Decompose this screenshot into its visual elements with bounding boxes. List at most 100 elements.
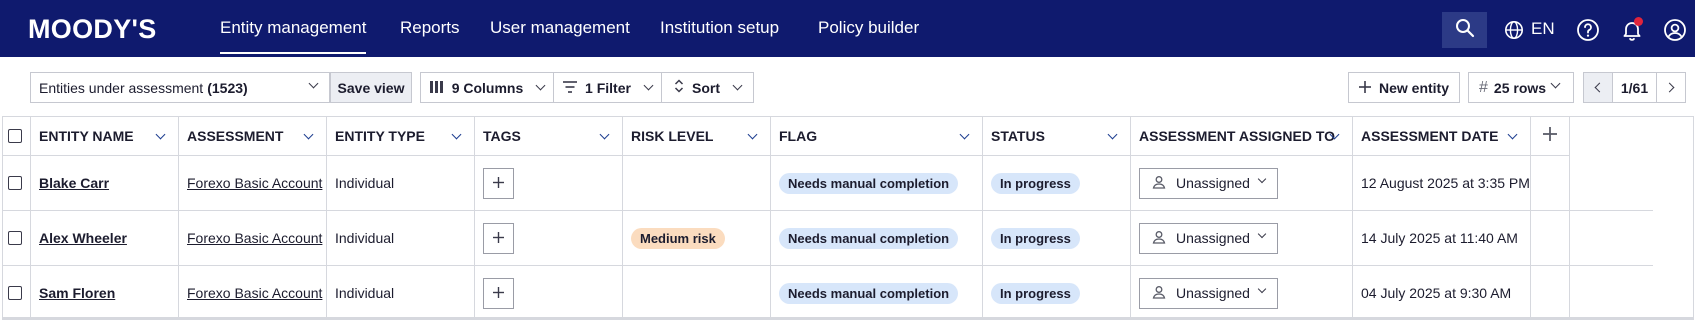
column-header-status[interactable]: STATUS bbox=[983, 117, 1131, 156]
entity-type-cell: Individual bbox=[327, 211, 475, 265]
save-view-button[interactable]: Save view bbox=[330, 72, 412, 103]
column-header-assessment[interactable]: ASSESSMENT bbox=[179, 117, 327, 156]
chevron-down-icon[interactable] bbox=[451, 129, 462, 140]
flag-badge: Needs manual completion bbox=[779, 172, 959, 194]
top-navigation-bar: MOODY'S Entity management Reports User m… bbox=[0, 0, 1695, 57]
assignee-label: Unassigned bbox=[1176, 175, 1250, 191]
row-select-cell bbox=[3, 156, 31, 210]
user-icon[interactable] bbox=[1662, 17, 1688, 43]
chevron-down-icon[interactable] bbox=[959, 129, 970, 140]
table-row[interactable]: Blake Carr Forexo Basic Account Individu… bbox=[3, 156, 1653, 211]
entities-table: ENTITY NAME ASSESSMENT ENTITY TYPE TAGS … bbox=[2, 116, 1694, 320]
chevron-down-icon[interactable] bbox=[1507, 129, 1518, 140]
chevron-down-icon bbox=[732, 80, 743, 91]
assignee-label: Unassigned bbox=[1176, 285, 1250, 301]
brand-logo[interactable]: MOODY'S bbox=[28, 14, 157, 45]
search-button[interactable] bbox=[1442, 12, 1487, 48]
columns-icon bbox=[429, 80, 444, 96]
person-icon bbox=[1152, 175, 1166, 192]
row-select-cell bbox=[3, 266, 31, 320]
add-column-button[interactable] bbox=[1531, 117, 1569, 156]
chevron-down-icon[interactable] bbox=[747, 129, 758, 140]
filter-label: 1 Filter bbox=[585, 79, 631, 96]
table-row[interactable]: Alex Wheeler Forexo Basic Account Indivi… bbox=[3, 211, 1653, 266]
globe-icon[interactable] bbox=[1501, 17, 1527, 43]
column-header-tags[interactable]: TAGS bbox=[475, 117, 623, 156]
assessment-link[interactable]: Forexo Basic Account bbox=[187, 285, 322, 301]
nav-item-policy-builder[interactable]: Policy builder bbox=[818, 0, 919, 57]
chevron-down-icon[interactable] bbox=[1107, 129, 1118, 140]
entity-name-link[interactable]: Sam Floren bbox=[39, 285, 115, 301]
chevron-down-icon[interactable] bbox=[599, 129, 610, 140]
entity-name-link[interactable]: Alex Wheeler bbox=[39, 230, 127, 246]
entity-name-cell: Blake Carr bbox=[31, 156, 179, 210]
column-header-flag[interactable]: FLAG bbox=[771, 117, 983, 156]
nav-item-reports[interactable]: Reports bbox=[400, 0, 460, 57]
filter-button[interactable]: 1 Filter bbox=[553, 72, 662, 103]
plus-icon bbox=[1543, 126, 1557, 146]
assignee-dropdown[interactable]: Unassigned bbox=[1139, 222, 1278, 254]
row-checkbox[interactable] bbox=[8, 286, 22, 300]
assessment-date-cell: 12 August 2025 at 3:35 PM bbox=[1353, 156, 1531, 210]
column-header-assigned-to[interactable]: ASSESSMENT ASSIGNED TO bbox=[1131, 117, 1353, 156]
chevron-down-icon[interactable] bbox=[155, 129, 166, 140]
assigned-to-cell: Unassigned bbox=[1131, 266, 1353, 320]
column-header-label: ENTITY NAME bbox=[39, 128, 134, 144]
nav-item-entity-management[interactable]: Entity management bbox=[220, 0, 367, 57]
risk-level-cell bbox=[623, 266, 771, 320]
chevron-down-icon bbox=[1257, 229, 1267, 238]
chevron-right-icon bbox=[1664, 82, 1675, 93]
nav-item-institution-setup[interactable]: Institution setup bbox=[660, 0, 779, 57]
select-all-checkbox[interactable] bbox=[8, 129, 22, 143]
assessment-link[interactable]: Forexo Basic Account bbox=[187, 230, 322, 246]
plus-icon bbox=[493, 175, 504, 191]
new-entity-button[interactable]: New entity bbox=[1348, 72, 1460, 103]
entity-type-cell: Individual bbox=[327, 156, 475, 210]
column-header-entity-name[interactable]: ENTITY NAME bbox=[31, 117, 179, 156]
add-tag-button[interactable] bbox=[483, 167, 514, 199]
column-header-risk-level[interactable]: RISK LEVEL bbox=[623, 117, 771, 156]
language-selector[interactable]: EN bbox=[1531, 19, 1555, 39]
assigned-to-cell: Unassigned bbox=[1131, 156, 1353, 210]
rows-per-page-select[interactable]: # 25 rows bbox=[1468, 72, 1574, 103]
person-icon bbox=[1152, 285, 1166, 302]
table-toolbar: Entities under assessment (1523) Save vi… bbox=[0, 57, 1695, 116]
assignee-dropdown[interactable]: Unassigned bbox=[1139, 167, 1278, 199]
plus-icon bbox=[493, 230, 504, 246]
row-checkbox[interactable] bbox=[8, 176, 22, 190]
columns-button[interactable]: 9 Columns bbox=[420, 72, 554, 103]
previous-page-button[interactable] bbox=[1584, 73, 1613, 102]
assignee-dropdown[interactable]: Unassigned bbox=[1139, 277, 1278, 309]
hash-icon: # bbox=[1479, 78, 1488, 96]
column-header-entity-type[interactable]: ENTITY TYPE bbox=[327, 117, 475, 156]
tags-cell bbox=[475, 211, 623, 265]
chevron-down-icon bbox=[643, 80, 654, 91]
person-icon bbox=[1152, 230, 1166, 247]
column-header-label: ASSESSMENT ASSIGNED TO bbox=[1139, 128, 1336, 144]
table-row[interactable]: Sam Floren Forexo Basic Account Individu… bbox=[3, 266, 1653, 321]
assigned-to-cell: Unassigned bbox=[1131, 211, 1353, 265]
flag-cell: Needs manual completion bbox=[771, 211, 983, 265]
column-header-label: TAGS bbox=[483, 128, 521, 144]
status-badge: In progress bbox=[991, 227, 1080, 249]
rows-per-page-label: 25 rows bbox=[1493, 79, 1547, 96]
nav-item-user-management[interactable]: User management bbox=[490, 0, 630, 57]
chevron-down-icon bbox=[1257, 174, 1267, 183]
assessment-cell: Forexo Basic Account bbox=[179, 266, 327, 320]
entity-name-link[interactable]: Blake Carr bbox=[39, 175, 109, 191]
row-checkbox[interactable] bbox=[8, 231, 22, 245]
filter-icon bbox=[563, 80, 578, 96]
help-icon[interactable] bbox=[1575, 17, 1601, 43]
risk-level-cell bbox=[623, 156, 771, 210]
plus-icon bbox=[493, 285, 504, 301]
notification-badge bbox=[1634, 17, 1643, 26]
saved-view-select[interactable]: Entities under assessment (1523) bbox=[30, 72, 330, 103]
sort-button[interactable]: Sort bbox=[661, 72, 754, 103]
next-page-button[interactable] bbox=[1656, 73, 1685, 102]
chevron-down-icon[interactable] bbox=[303, 129, 314, 140]
add-tag-button[interactable] bbox=[483, 222, 514, 254]
add-tag-button[interactable] bbox=[483, 277, 514, 309]
column-header-label: STATUS bbox=[991, 128, 1045, 144]
assessment-link[interactable]: Forexo Basic Account bbox=[187, 175, 322, 191]
column-header-assessment-date[interactable]: ASSESSMENT DATE bbox=[1353, 117, 1531, 156]
